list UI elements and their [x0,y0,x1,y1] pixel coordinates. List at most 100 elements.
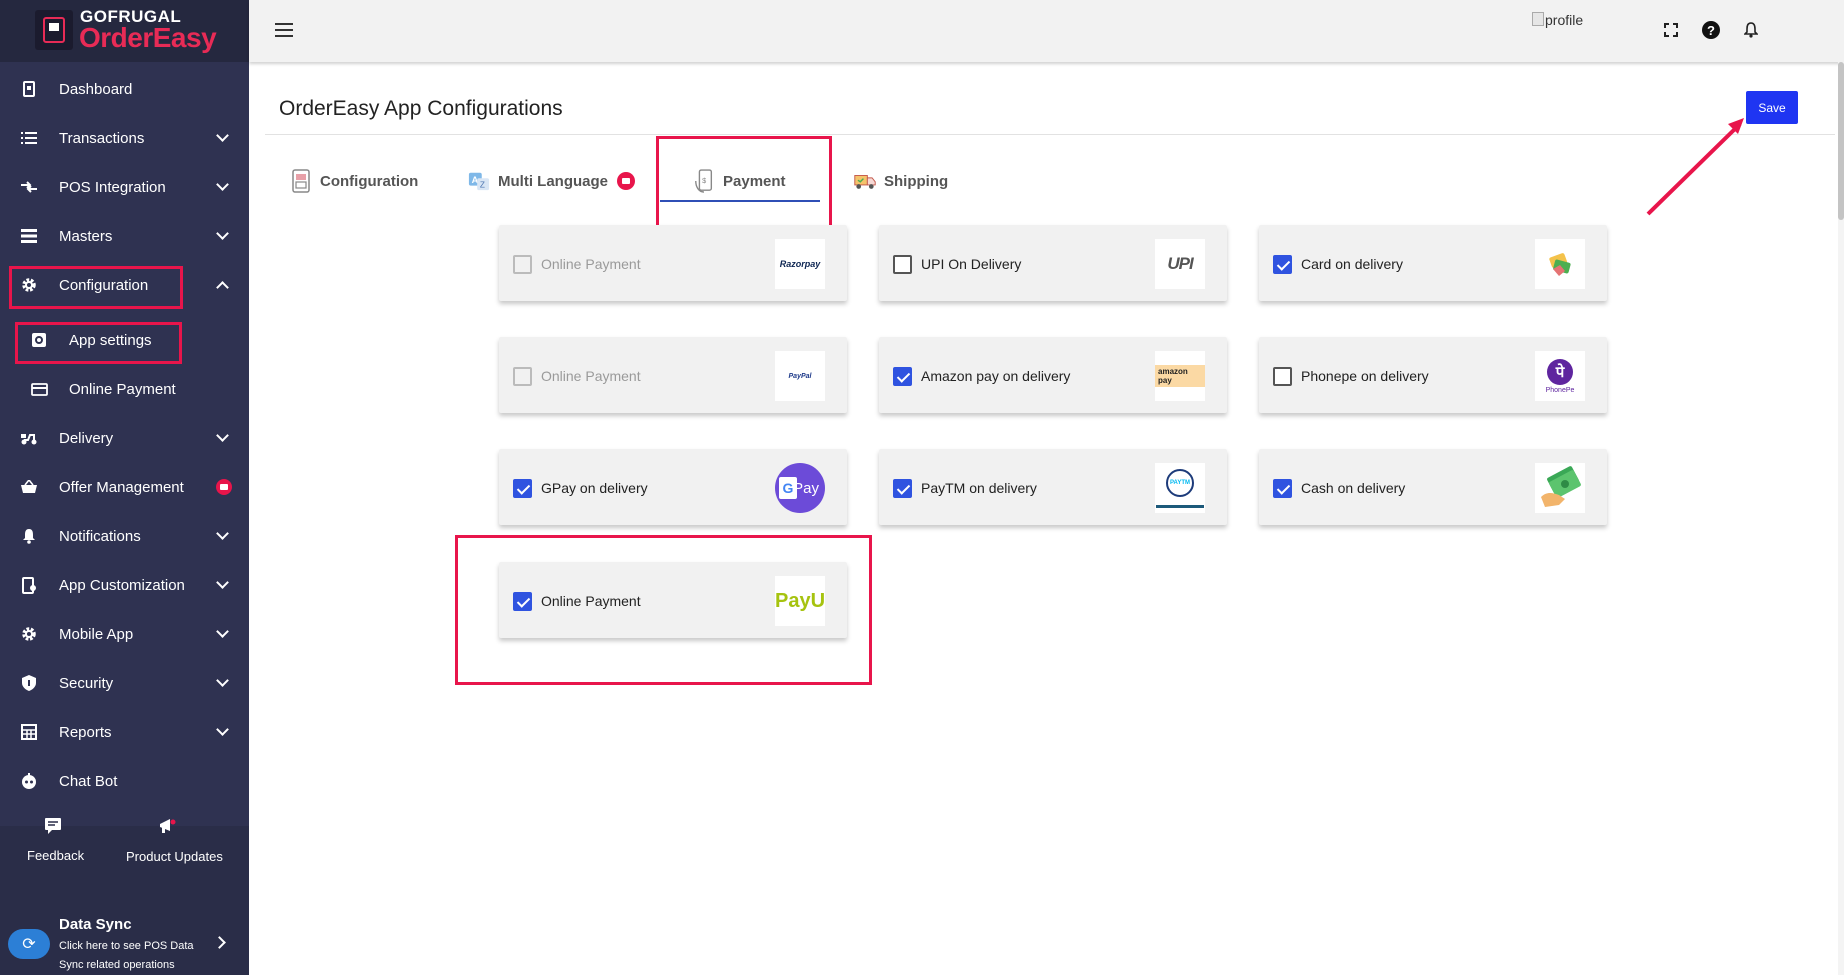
sidebar-item-pos-integration[interactable]: POS Integration [0,167,249,207]
basket-icon [20,478,38,496]
card-icon [30,380,48,398]
store-icon [290,168,312,194]
logo-text: amazon pay [1155,365,1205,387]
sidebar-item-masters[interactable]: Masters [0,216,249,256]
payment-checkbox[interactable] [1273,479,1292,498]
sidebar-item-label: Notifications [59,527,141,545]
payment-option-label: Online Payment [541,256,641,272]
chevron-down-icon [216,227,229,240]
app-settings-highlight [15,322,182,364]
payment-option-label: Card on delivery [1301,256,1403,272]
payment-option-label: Cash on delivery [1301,480,1406,496]
megaphone-icon [157,817,179,837]
sidebar-item-label: App Customization [59,576,185,594]
scrollbar-thumb[interactable] [1838,62,1844,220]
payment-checkbox[interactable] [1273,255,1292,274]
amazon-pay-logo-icon: amazon pay [1155,351,1205,401]
payment-option-label: Online Payment [541,368,641,384]
dashboard-icon [20,80,38,98]
payment-checkbox[interactable] [893,255,912,274]
sidebar-item-online-payment[interactable]: Online Payment [0,369,249,409]
tab-label: Multi Language [498,172,608,190]
list-icon [20,129,38,147]
brand-logo[interactable]: GOFRUGAL OrderEasy [0,0,249,62]
payment-checkbox[interactable] [513,479,532,498]
tab-multi-language[interactable]: AZ Multi Language [468,160,635,202]
sidebar-item-label: Online Payment [69,380,176,398]
payment-checkbox[interactable] [893,367,912,386]
sidebar-item-notifications[interactable]: Notifications [0,516,249,556]
sidebar-item-delivery[interactable]: Delivery [0,418,249,458]
tab-label: Shipping [884,172,949,190]
payment-option-card: Amazon pay on delivery amazon pay [879,337,1227,413]
payment-option-label: Amazon pay on delivery [921,368,1071,384]
chevron-down-icon [216,674,229,687]
sidebar-item-label: Dashboard [59,80,133,98]
chevron-down-icon [216,527,229,540]
sidebar-item-label: Security [59,674,114,692]
data-sync-description: Click here to see POS Data Sync related … [59,940,194,971]
chevron-down-icon [216,723,229,736]
payment-checkbox [513,255,532,274]
premium-badge-icon [216,479,232,495]
premium-badge-icon [617,172,635,190]
menu-toggle-icon[interactable] [275,23,293,37]
bell-icon[interactable] [1741,20,1761,40]
payment-checkbox[interactable] [893,479,912,498]
sidebar-item-dashboard[interactable]: Dashboard [0,69,249,109]
chevron-down-icon [216,129,229,142]
logo-text: Razorpay [779,259,821,269]
gear-icon [20,625,38,643]
payment-option-label: Phonepe on delivery [1301,368,1429,384]
cloud-sync-icon: ⟳ [8,929,50,959]
masters-icon [20,227,38,245]
chevron-down-icon [216,178,229,191]
logo-cart-icon [35,10,73,50]
chatbot-icon [20,772,38,790]
logo-text: PayPal [788,372,812,380]
tab-configuration[interactable]: Configuration [290,160,418,202]
sidebar-item-offer-management[interactable]: Offer Management [0,467,249,507]
payment-option-card: GPay on delivery G Pay [499,449,847,525]
sidebar-item-reports[interactable]: Reports [0,712,249,752]
tab-shipping[interactable]: Shipping [854,160,948,202]
card-delivery-logo-icon [1535,239,1585,289]
bell-icon [20,527,38,545]
logo-text: UPI [1167,254,1193,273]
profile-alt-text: profile [1545,12,1584,28]
title-divider [265,134,1835,135]
payment-option-card: Online Payment Razorpay [499,225,847,301]
sidebar-item-mobile-app[interactable]: Mobile App [0,614,249,654]
sidebar-item-label: POS Integration [59,178,166,196]
reports-icon [20,723,38,741]
payment-option-label: PayTM on delivery [921,480,1037,496]
payment-checkbox [513,367,532,386]
svg-text:Z: Z [480,180,485,189]
sidebar-item-label: Mobile App [59,625,134,643]
sidebar-item-label: Delivery [59,429,114,447]
help-icon[interactable]: ? [1701,20,1721,40]
payment-option-label: UPI On Delivery [921,256,1022,272]
translate-icon: AZ [468,168,490,194]
chevron-down-icon [216,576,229,589]
product-updates-label: Product Updates [126,849,223,864]
sidebar-item-chat-bot[interactable]: Chat Bot [0,761,249,801]
gpay-logo-icon: G Pay [775,463,825,513]
sidebar-item-security[interactable]: Security [0,663,249,703]
logo-text: PhonePe [1545,386,1575,394]
feedback-label: Feedback [27,848,85,863]
chevron-up-icon [216,281,229,294]
sidebar-item-transactions[interactable]: Transactions [0,118,249,158]
sidebar: GOFRUGAL OrderEasy Dashboard Transaction… [0,0,249,975]
data-sync-title: Data Sync [59,916,132,933]
sidebar-item-app-customization[interactable]: App Customization [0,565,249,605]
payment-checkbox[interactable] [1273,367,1292,386]
fullscreen-icon[interactable] [1661,20,1681,40]
logo-text: PAYTM [1169,479,1190,486]
payu-option-highlight [455,535,872,685]
phonepe-logo-icon: पे PhonePe [1535,351,1585,401]
upi-logo-icon: UPI [1155,239,1205,289]
sidebar-item-label: Offer Management [59,478,184,496]
scooter-icon [20,429,38,447]
profile-avatar[interactable]: profile [1532,12,1583,28]
